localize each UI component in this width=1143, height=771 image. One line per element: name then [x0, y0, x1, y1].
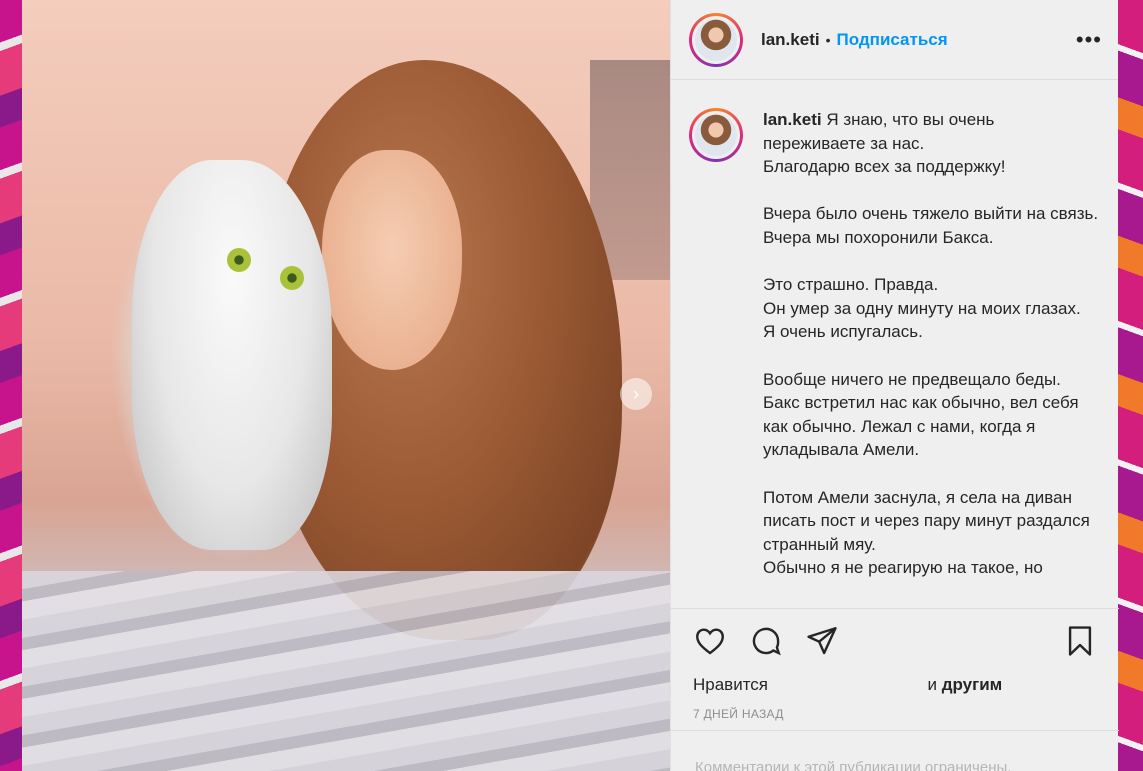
cat-eye-left [227, 248, 251, 272]
likes-and: и [922, 675, 942, 694]
avatar-image [692, 15, 740, 64]
comment-icon[interactable] [749, 624, 783, 658]
background-right [1117, 0, 1143, 771]
avatar-image [692, 111, 740, 159]
photo-face [322, 150, 462, 370]
photo-bedsheet [22, 571, 670, 771]
paper-plane-icon[interactable] [805, 624, 839, 658]
background-left [0, 0, 22, 771]
chevron-right-icon: › [633, 383, 639, 404]
caption-username[interactable]: lan.keti [763, 110, 822, 129]
post-side-panel: lan.keti • Подписаться ••• lan.keti Я зн… [670, 0, 1119, 771]
photo-cat [132, 160, 332, 550]
comments-restricted-notice: Комментарии к этой публикации ограничены… [671, 730, 1119, 771]
likes-others[interactable]: другим [942, 675, 1003, 694]
likes-redacted-user [772, 677, 923, 694]
action-icons-row [693, 623, 1097, 659]
cat-eye-right [280, 266, 304, 290]
post-photo[interactable]: › [22, 0, 670, 771]
likes-line[interactable]: Нравится и другим [693, 675, 1097, 695]
follow-button[interactable]: Подписаться [837, 30, 948, 50]
caption-text: lan.keti Я знаю, что вы очень переживает… [763, 108, 1101, 608]
instagram-post: › lan.keti • Подписаться ••• lan.keti Я … [22, 0, 1119, 771]
author-username[interactable]: lan.keti [761, 30, 820, 50]
likes-prefix: Нравится [693, 675, 769, 694]
caption-body: Я знаю, что вы очень переживаете за нас.… [763, 110, 1099, 578]
heart-icon[interactable] [693, 624, 727, 658]
separator-dot: • [825, 31, 831, 48]
more-options-icon[interactable]: ••• [1076, 27, 1102, 53]
bookmark-icon[interactable] [1063, 624, 1097, 658]
caption-area[interactable]: lan.keti Я знаю, что вы очень переживает… [671, 80, 1119, 608]
author-avatar[interactable] [689, 12, 743, 67]
caption-avatar[interactable] [689, 108, 743, 162]
next-photo-button[interactable]: › [620, 378, 652, 410]
post-timestamp[interactable]: 7 ДНЕЙ НАЗАД [693, 707, 1097, 721]
post-header: lan.keti • Подписаться ••• [671, 0, 1118, 80]
